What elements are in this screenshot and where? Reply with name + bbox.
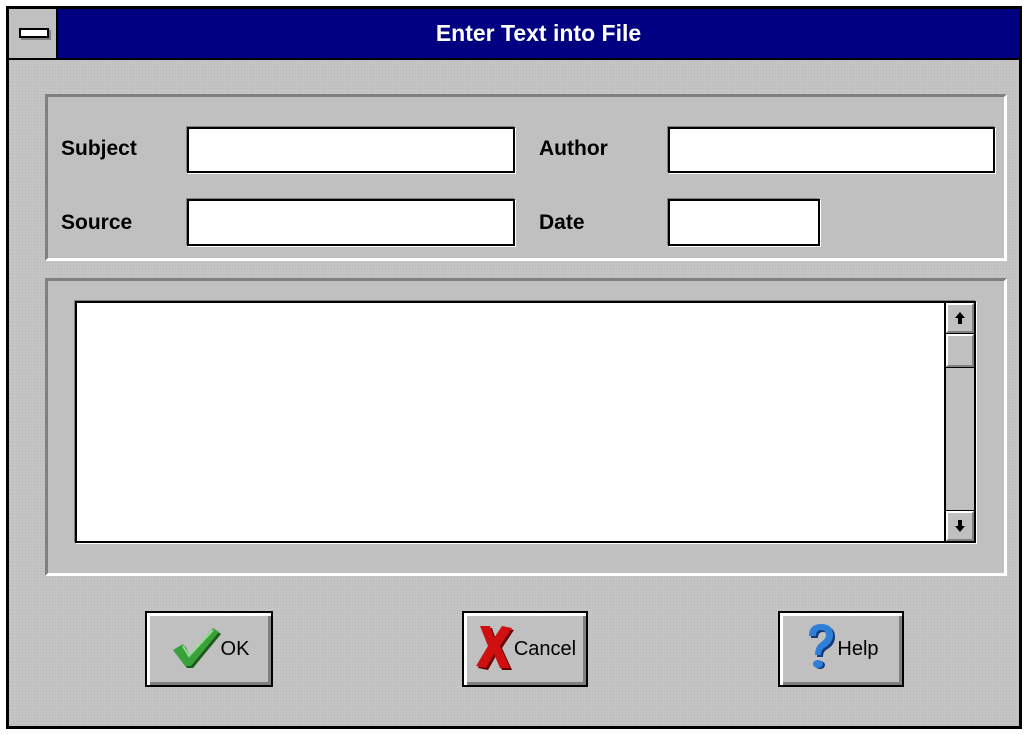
red-x-icon xyxy=(474,622,514,677)
scroll-down-button[interactable] xyxy=(945,510,975,542)
cancel-button[interactable]: Cancel xyxy=(462,611,588,687)
source-input[interactable] xyxy=(187,199,515,246)
author-label: Author xyxy=(539,137,608,160)
checkmark-icon xyxy=(169,624,221,675)
date-label: Date xyxy=(539,211,585,234)
cancel-label: Cancel xyxy=(513,637,577,660)
arrow-down-icon xyxy=(955,520,965,532)
scroll-thumb[interactable] xyxy=(945,333,975,368)
subject-input[interactable] xyxy=(187,127,515,173)
system-menu-icon[interactable] xyxy=(9,9,58,58)
source-label: Source xyxy=(61,211,133,234)
title-bar[interactable]: Enter Text into File xyxy=(9,9,1019,60)
author-input[interactable] xyxy=(668,127,995,173)
date-input[interactable] xyxy=(668,199,820,246)
vertical-scrollbar[interactable] xyxy=(944,302,975,542)
dialog-window: Enter Text into File Subject Author Sour… xyxy=(6,6,1022,729)
text-panel xyxy=(45,278,1007,576)
ok-button[interactable]: OK xyxy=(145,611,273,687)
subject-label: Subject xyxy=(61,137,137,160)
scroll-up-button[interactable] xyxy=(945,302,975,334)
fields-panel: Subject Author Source Date xyxy=(45,94,1007,261)
help-button[interactable]: Help xyxy=(778,611,904,687)
arrow-up-icon xyxy=(955,312,965,324)
ok-label: OK xyxy=(220,637,250,660)
question-mark-icon xyxy=(803,622,837,677)
help-label: Help xyxy=(837,637,879,660)
body-text-area[interactable] xyxy=(75,301,976,543)
window-title: Enter Text into File xyxy=(435,20,642,46)
